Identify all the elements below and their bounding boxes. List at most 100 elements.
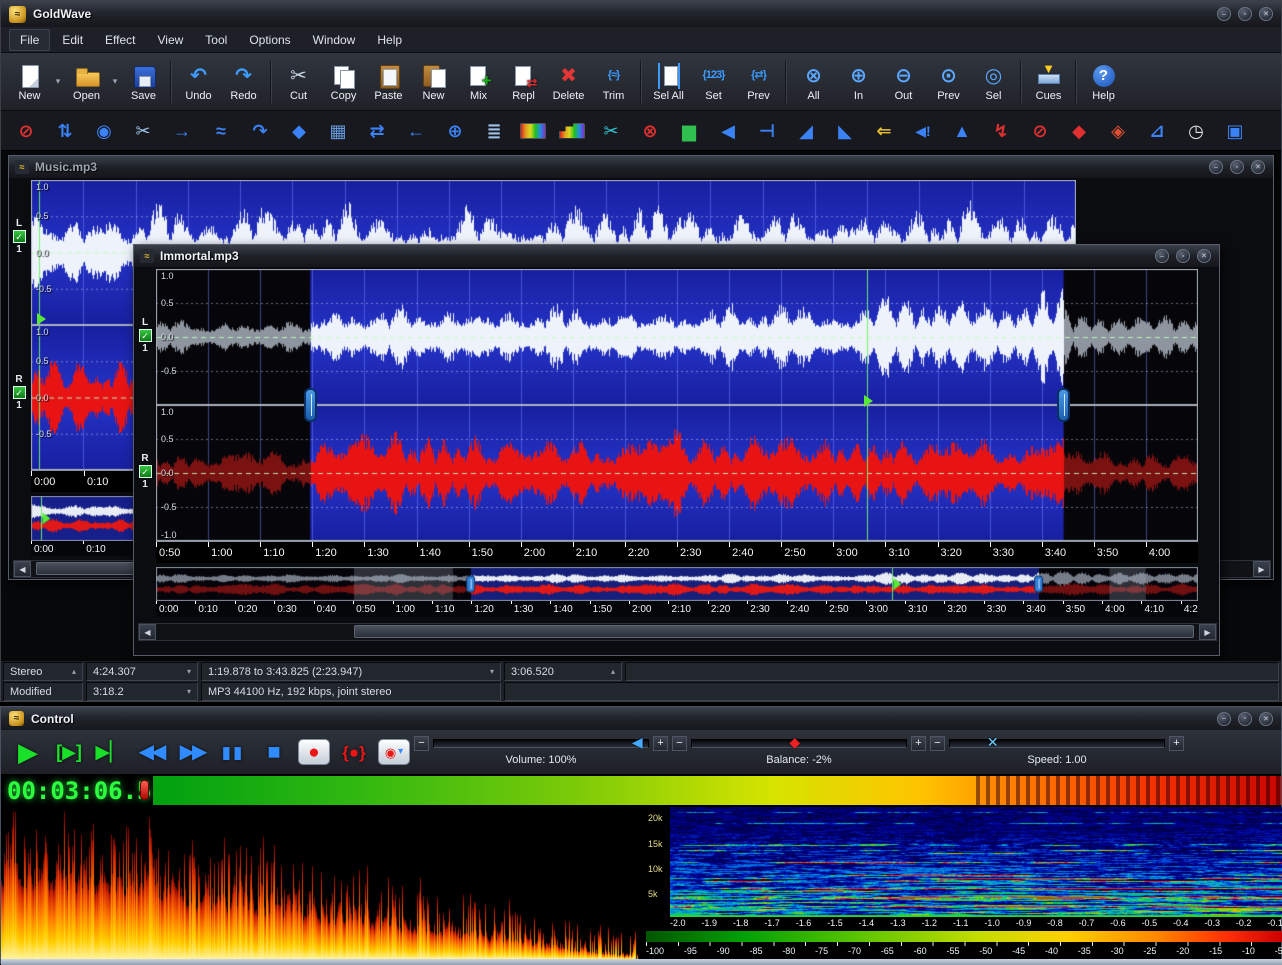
offset-time-icon[interactable]: → (169, 118, 195, 144)
playback-marker-icon[interactable] (864, 395, 873, 407)
channel-checkbox[interactable]: ✓ (139, 465, 152, 478)
playback-marker-icon[interactable] (37, 313, 46, 325)
menu-item-options[interactable]: Options (239, 30, 300, 50)
cut-toolbar-button[interactable]: ✂Cut (276, 61, 321, 103)
scroll-right-button[interactable]: ▶ (1253, 561, 1270, 577)
help-toolbar-button[interactable]: Help (1081, 61, 1126, 103)
right-channel-waveform[interactable] (156, 405, 1198, 541)
minimize-button[interactable]: – (1217, 7, 1231, 21)
selection-end-handle[interactable] (1057, 388, 1070, 422)
balance-slider-increase-button[interactable]: + (911, 736, 926, 751)
diamond-arrows-icon[interactable]: ◈ (1105, 118, 1131, 144)
bypass-icon[interactable]: ⊘ (13, 118, 39, 144)
selection-start-handle[interactable] (304, 388, 317, 422)
immortal-window[interactable]: ≈ Immortal.mp3 –▫✕ L ✓ 1 R ✓ 1 1.00.50.0… (133, 244, 1220, 656)
fade-in-icon[interactable]: ◢ (793, 118, 819, 144)
channel-mode-cell[interactable]: Stereo▴ (3, 662, 83, 681)
repl-toolbar-button[interactable]: Repl (501, 61, 546, 103)
stop-button[interactable]: ■ (257, 735, 291, 769)
scrollbar-thumb[interactable] (354, 625, 1194, 638)
channel-checkbox[interactable]: ✓ (13, 230, 26, 243)
ramp-flag-icon[interactable]: ⊿ (1144, 118, 1170, 144)
close-button[interactable]: ✕ (1259, 712, 1273, 726)
balance-slider-handle[interactable]: ◆ (789, 735, 800, 749)
all-toolbar-button[interactable]: ⊗All (791, 61, 836, 103)
close-button[interactable]: ✕ (1251, 160, 1265, 174)
fast-forward-button[interactable]: ▶▶ (175, 735, 209, 769)
pause-button[interactable]: ▮▮ (216, 735, 250, 769)
disable-effect-icon[interactable]: ⊘ (1027, 118, 1053, 144)
delete-toolbar-button[interactable]: ✖Delete (546, 61, 591, 103)
fast-play-button[interactable]: [▶] (52, 735, 86, 769)
save-toolbar-button[interactable]: Save (121, 61, 166, 103)
noise-gate-icon[interactable]: ⊗ (637, 118, 663, 144)
doppler-icon[interactable]: ◉ (91, 118, 117, 144)
level-bars-icon[interactable]: ▆ (676, 118, 702, 144)
play-button[interactable]: ▶ (11, 735, 45, 769)
copy-toolbar-button[interactable]: Copy (321, 61, 366, 103)
cues-toolbar-button[interactable]: Cues (1026, 61, 1071, 103)
scroll-right-button[interactable]: ▶ (1199, 624, 1216, 640)
horizontal-scrollbar[interactable]: ◀ ▶ (138, 623, 1217, 641)
toolbar-dropdown-caret[interactable]: ▾ (53, 76, 63, 87)
undo-toolbar-button[interactable]: ↶Undo (176, 61, 221, 103)
play-selection-button[interactable]: ▶▏ (93, 735, 127, 769)
timer-icon[interactable]: ◷ (1183, 118, 1209, 144)
new-toolbar-button[interactable]: New (7, 61, 52, 103)
maximize-button[interactable]: ▫ (1230, 160, 1244, 174)
right-channel-toggle[interactable]: R ✓ 1 (137, 453, 153, 490)
overview-strip[interactable] (156, 567, 1198, 601)
position-cell[interactable]: 3:06.520▴ (504, 662, 622, 681)
device-monitor-icon[interactable]: ▣ (1222, 118, 1248, 144)
new-toolbar-button[interactable]: New (411, 61, 456, 103)
minimize-button[interactable]: – (1209, 160, 1223, 174)
monitor-button[interactable]: ◉ (378, 739, 410, 765)
speed-slider-increase-button[interactable]: + (1169, 736, 1184, 751)
swap-channels-icon[interactable]: ⇅ (52, 118, 78, 144)
scrollbar-track[interactable] (156, 624, 1199, 640)
flutter-icon[interactable]: ≈ (208, 118, 234, 144)
right-channel-toggle[interactable]: R ✓ 1 (11, 374, 27, 411)
channel-checkbox[interactable]: ✓ (139, 329, 152, 342)
max-volume-icon[interactable]: ◀! (910, 118, 936, 144)
sel-all-toolbar-button[interactable]: Sel All (646, 61, 691, 103)
minimize-button[interactable]: – (1217, 712, 1231, 726)
splice-icon[interactable]: ✂ (598, 118, 624, 144)
maximize-button[interactable]: ▫ (1238, 7, 1252, 21)
mix-toolbar-button[interactable]: Mix (456, 61, 501, 103)
sel-toolbar-button[interactable]: ◎Sel (971, 61, 1016, 103)
equalizer-icon[interactable]: ≣ (481, 118, 507, 144)
main-titlebar[interactable]: ≈ GoldWave –▫✕ (1, 1, 1281, 27)
open-toolbar-button[interactable]: Open (64, 61, 109, 103)
left-channel-toggle[interactable]: L ✓ 1 (137, 317, 153, 354)
trim-toolbar-button[interactable]: {≈}Trim (591, 61, 636, 103)
speaker-left-icon[interactable]: ◀ (715, 118, 741, 144)
toolbar-dropdown-caret[interactable]: ▾ (110, 76, 120, 87)
spectrum-steps-icon[interactable] (559, 123, 585, 139)
prev-toolbar-button[interactable]: ⊙Prev (926, 61, 971, 103)
maximize-button[interactable]: ▫ (1238, 712, 1252, 726)
scroll-left-button[interactable]: ◀ (139, 624, 156, 640)
menu-item-edit[interactable]: Edit (52, 30, 93, 50)
mechanize-icon[interactable]: ⊕ (442, 118, 468, 144)
volume-slider-increase-button[interactable]: + (653, 736, 668, 751)
left-channel-waveform[interactable] (156, 269, 1198, 405)
volume-slider-handle[interactable]: ◀ (632, 735, 643, 749)
exchange-icon[interactable]: ⇄ (364, 118, 390, 144)
minimize-button[interactable]: – (1155, 249, 1169, 263)
immortal-titlebar[interactable]: ≈ Immortal.mp3 –▫✕ (134, 245, 1219, 267)
red-envelope-icon[interactable]: ◆ (1066, 118, 1092, 144)
set-toolbar-button[interactable]: {123}Set (691, 61, 736, 103)
volume-slider-decrease-button[interactable]: − (414, 736, 429, 751)
rewind-button[interactable]: ◀◀ (134, 735, 168, 769)
menu-item-file[interactable]: File (9, 29, 50, 51)
menu-item-tool[interactable]: Tool (195, 30, 237, 50)
maximize-button[interactable]: ▫ (1176, 249, 1190, 263)
pitch-marker-icon[interactable]: ▲ (949, 118, 975, 144)
fade-out-icon[interactable]: ◣ (832, 118, 858, 144)
speed-slider-handle[interactable]: ✕ (987, 735, 999, 749)
spectrum-filter-icon[interactable] (520, 123, 546, 139)
menu-item-window[interactable]: Window (303, 30, 366, 50)
length-cell[interactable]: 4:24.307▾ (86, 662, 198, 681)
menu-item-effect[interactable]: Effect (95, 30, 145, 50)
